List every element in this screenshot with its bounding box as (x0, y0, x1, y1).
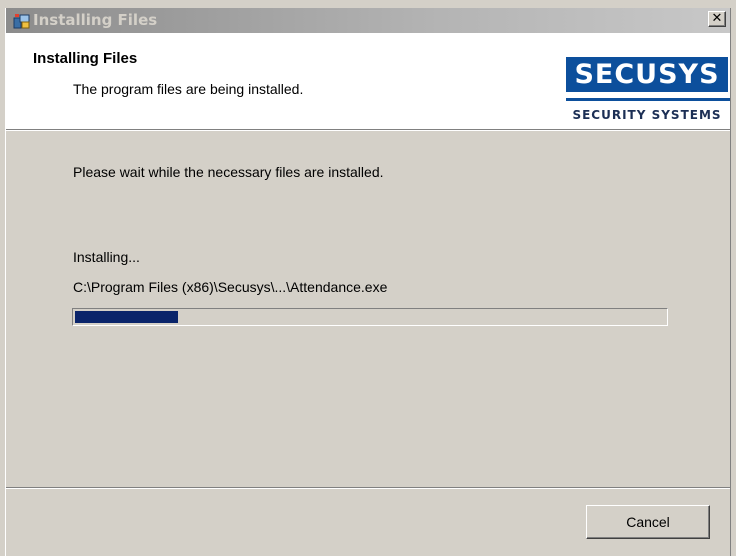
window-frame-right (730, 8, 731, 556)
logo-underline (566, 98, 730, 101)
progress-fill (75, 311, 178, 323)
cancel-button[interactable]: Cancel (586, 505, 710, 539)
header-divider (6, 129, 730, 131)
logo-tagline: SECURITY SYSTEMS (572, 108, 722, 122)
footer-divider (6, 487, 730, 489)
header-subtitle: The program files are being installed. (73, 81, 304, 97)
current-file-path: C:\Program Files (x86)\Secusys\...\Atten… (73, 279, 388, 295)
installer-dialog: Installing Files ✕ Installing Files The … (0, 0, 736, 556)
window-title: Installing Files (33, 11, 158, 29)
header-title: Installing Files (33, 50, 138, 67)
status-label: Installing... (73, 249, 140, 265)
logo-wordmark: SECUSYS (566, 57, 728, 92)
secusys-logo: SECUSYS SECURITY SYSTEMS (564, 56, 730, 129)
close-icon[interactable]: ✕ (708, 11, 726, 27)
installer-icon (13, 12, 31, 30)
wait-message: Please wait while the necessary files ar… (73, 164, 384, 180)
progress-bar (72, 308, 668, 326)
wizard-header: Installing Files The program files are b… (6, 33, 730, 129)
title-bar[interactable]: Installing Files ✕ (6, 8, 730, 33)
